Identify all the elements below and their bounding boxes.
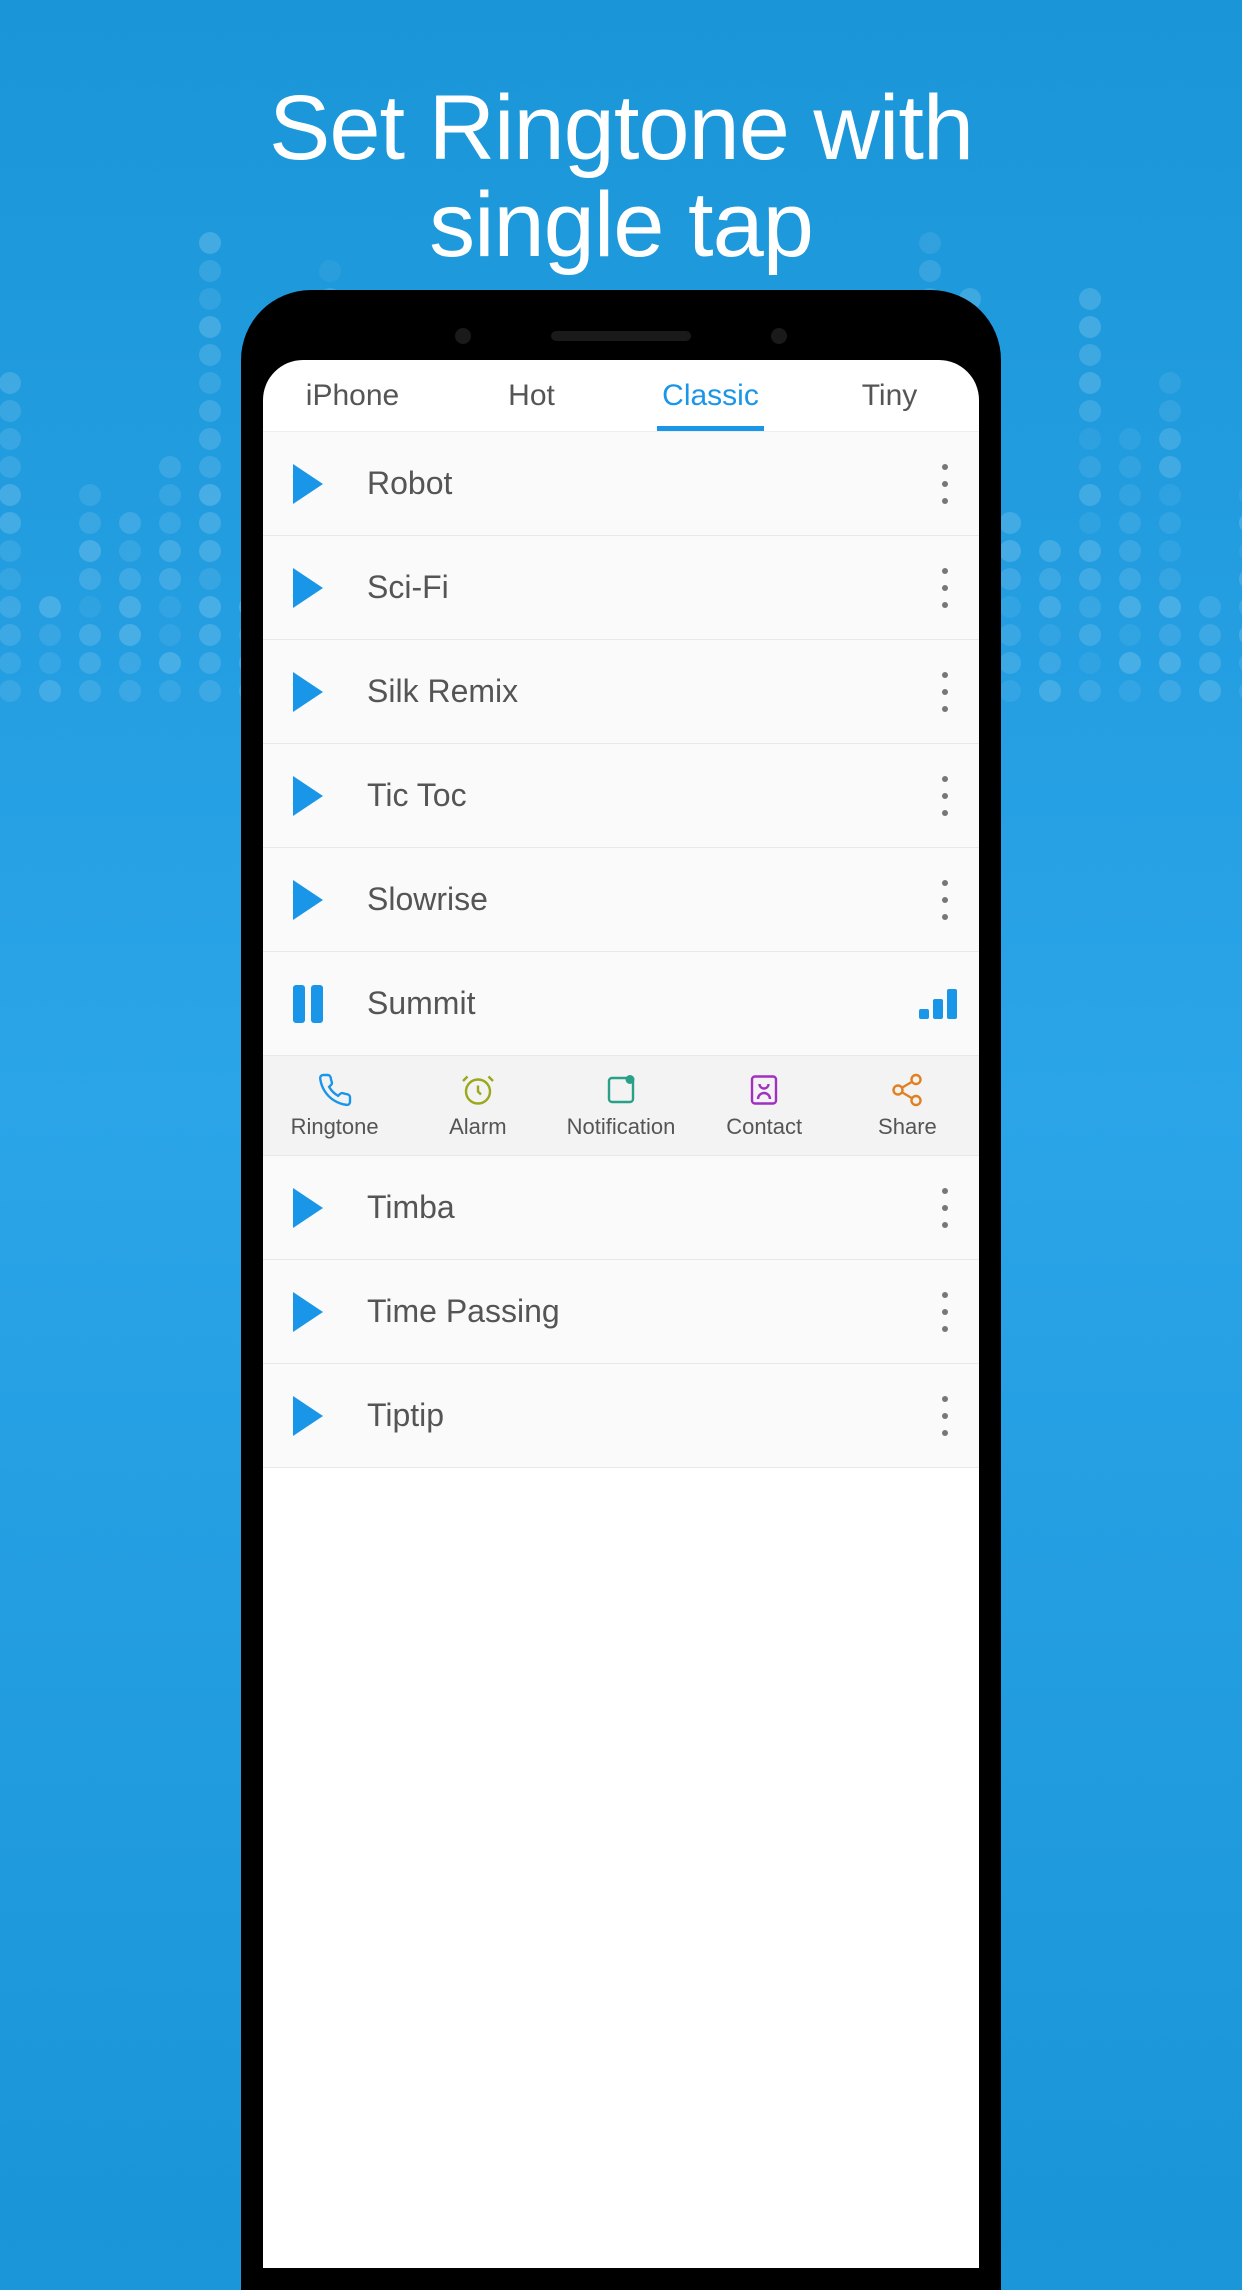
ringtone-row[interactable]: Silk Remix bbox=[263, 640, 979, 744]
phone-frame: iPhone Hot Classic Tiny Robot Sci-Fi Sil… bbox=[241, 290, 1001, 2290]
category-tabs: iPhone Hot Classic Tiny bbox=[263, 360, 979, 432]
ringtone-title: Time Passing bbox=[367, 1293, 933, 1330]
phone-screen: iPhone Hot Classic Tiny Robot Sci-Fi Sil… bbox=[263, 360, 979, 2268]
more-icon[interactable] bbox=[933, 672, 957, 712]
play-icon[interactable] bbox=[293, 672, 323, 712]
promo-headline: Set Ringtone with single tap bbox=[0, 0, 1242, 273]
headline-line1: Set Ringtone with bbox=[269, 77, 973, 179]
headline-line2: single tap bbox=[429, 174, 813, 276]
play-icon[interactable] bbox=[293, 1396, 323, 1436]
ringtone-row[interactable]: Slowrise bbox=[263, 848, 979, 952]
speaker-grille bbox=[551, 331, 691, 341]
tab-classic[interactable]: Classic bbox=[621, 360, 800, 431]
ringtone-row[interactable]: Sci-Fi bbox=[263, 536, 979, 640]
play-icon[interactable] bbox=[293, 568, 323, 608]
more-icon[interactable] bbox=[933, 776, 957, 816]
ringtone-title: Sci-Fi bbox=[367, 569, 933, 606]
ringtone-title: Robot bbox=[367, 465, 933, 502]
ringtone-row[interactable]: Tiptip bbox=[263, 1364, 979, 1468]
ringtone-title: Tic Toc bbox=[367, 777, 933, 814]
more-icon[interactable] bbox=[933, 568, 957, 608]
action-ringtone[interactable]: Ringtone bbox=[263, 1056, 406, 1155]
ringtone-row[interactable]: Time Passing bbox=[263, 1260, 979, 1364]
equalizer-icon bbox=[919, 989, 957, 1019]
tab-tiny[interactable]: Tiny bbox=[800, 360, 979, 431]
ringtone-title: Silk Remix bbox=[367, 673, 933, 710]
sensor-dot bbox=[455, 328, 471, 344]
clock-icon bbox=[460, 1072, 496, 1108]
camera-dot bbox=[771, 328, 787, 344]
play-icon[interactable] bbox=[293, 776, 323, 816]
action-alarm[interactable]: Alarm bbox=[406, 1056, 549, 1155]
action-notification[interactable]: Notification bbox=[549, 1056, 692, 1155]
action-share[interactable]: Share bbox=[836, 1056, 979, 1155]
ringtone-row[interactable]: Tic Toc bbox=[263, 744, 979, 848]
play-icon[interactable] bbox=[293, 1188, 323, 1228]
more-icon[interactable] bbox=[933, 464, 957, 504]
tab-hot[interactable]: Hot bbox=[442, 360, 621, 431]
tab-iphone[interactable]: iPhone bbox=[263, 360, 442, 431]
ringtone-list: Robot Sci-Fi Silk Remix Tic Toc Slowrise bbox=[263, 432, 979, 1468]
ringtone-title: Timba bbox=[367, 1189, 933, 1226]
ringtone-title: Summit bbox=[367, 985, 919, 1022]
play-icon[interactable] bbox=[293, 464, 323, 504]
more-icon[interactable] bbox=[933, 880, 957, 920]
ringtone-title: Tiptip bbox=[367, 1397, 933, 1434]
ringtone-row-playing[interactable]: Summit bbox=[263, 952, 979, 1056]
pause-icon[interactable] bbox=[293, 985, 323, 1023]
set-as-actions: Ringtone Alarm Notification Contact Shar… bbox=[263, 1056, 979, 1156]
ringtone-row[interactable]: Timba bbox=[263, 1156, 979, 1260]
share-icon bbox=[889, 1072, 925, 1108]
more-icon[interactable] bbox=[933, 1292, 957, 1332]
action-label: Alarm bbox=[449, 1114, 506, 1140]
action-label: Share bbox=[878, 1114, 937, 1140]
note-icon bbox=[603, 1072, 639, 1108]
action-contact[interactable]: Contact bbox=[693, 1056, 836, 1155]
phone-icon bbox=[317, 1072, 353, 1108]
ringtone-title: Slowrise bbox=[367, 881, 933, 918]
ringtone-row[interactable]: Robot bbox=[263, 432, 979, 536]
play-icon[interactable] bbox=[293, 1292, 323, 1332]
action-label: Ringtone bbox=[291, 1114, 379, 1140]
action-label: Notification bbox=[567, 1114, 676, 1140]
contact-icon bbox=[746, 1072, 782, 1108]
action-label: Contact bbox=[726, 1114, 802, 1140]
phone-notch bbox=[263, 312, 979, 360]
more-icon[interactable] bbox=[933, 1188, 957, 1228]
more-icon[interactable] bbox=[933, 1396, 957, 1436]
play-icon[interactable] bbox=[293, 880, 323, 920]
